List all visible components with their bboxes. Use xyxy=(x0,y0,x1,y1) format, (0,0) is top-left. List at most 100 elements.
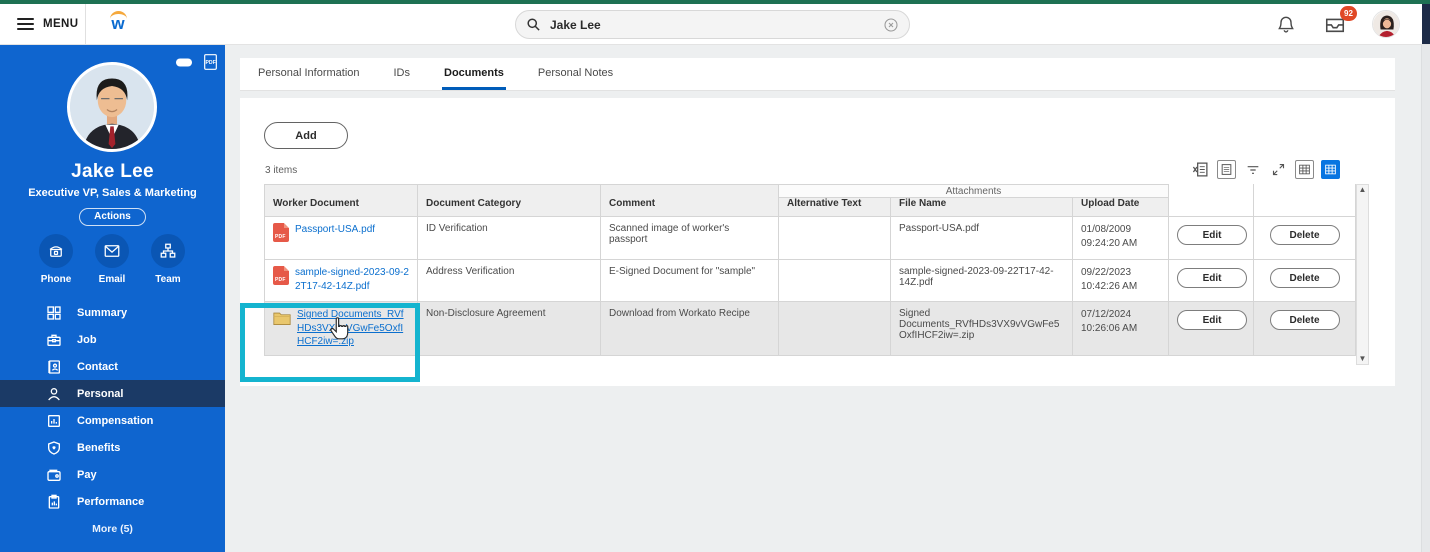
user-avatar[interactable] xyxy=(1372,10,1400,38)
document-category-cell: ID Verification xyxy=(417,216,601,260)
table-row: Signed Documents_RVfHDs3VX9vVGwFe5OxfIHC… xyxy=(264,301,1357,356)
top-green-strip xyxy=(0,0,1430,4)
inbox-button[interactable]: 92 xyxy=(1324,6,1357,35)
notifications-button[interactable] xyxy=(1276,13,1298,35)
phone-button[interactable]: Phone xyxy=(28,234,84,285)
sidebar-item-label: Performance xyxy=(77,495,145,508)
delete-button[interactable]: Delete xyxy=(1269,225,1340,245)
hamburger-icon xyxy=(17,18,34,30)
team-icon xyxy=(160,243,176,258)
global-search[interactable] xyxy=(515,10,910,39)
add-button[interactable]: Add xyxy=(264,122,348,149)
edit-button[interactable]: Edit xyxy=(1177,268,1248,288)
alternative-text-cell xyxy=(778,216,891,260)
team-label: Team xyxy=(155,274,181,285)
tab-personal-notes[interactable]: Personal Notes xyxy=(536,58,615,90)
bell-icon xyxy=(1278,16,1294,33)
shield-icon xyxy=(48,440,60,455)
wallet-icon xyxy=(47,469,61,481)
email-button[interactable]: Email xyxy=(84,234,140,285)
worker-document-link[interactable]: Signed Documents_RVfHDs3VX9vVGwFe5OxfIHC… xyxy=(297,308,409,349)
sidebar-item-label: Compensation xyxy=(77,414,154,427)
tab-documents[interactable]: Documents xyxy=(442,58,506,90)
scroll-down-icon[interactable]: ▼ xyxy=(1359,354,1367,364)
sidebar-item-label: Summary xyxy=(77,306,128,319)
col-delete xyxy=(1253,184,1357,217)
sidebar-item-contact[interactable]: Contact xyxy=(0,353,225,380)
sidebar-item-label: Job xyxy=(77,333,97,346)
profile-name: Jake Lee xyxy=(71,161,154,182)
table-view-button[interactable] xyxy=(1295,160,1314,179)
col-upload-date: Upload Date xyxy=(1071,197,1170,217)
upload-date-cell: 07/12/2024 10:26:06 AM xyxy=(1071,301,1170,356)
print-view-button[interactable] xyxy=(1217,160,1236,179)
email-icon xyxy=(104,245,120,257)
alternative-text-cell xyxy=(778,301,891,356)
tab-personal-information[interactable]: Personal Information xyxy=(256,58,362,90)
sidebar-item-label: Pay xyxy=(77,468,97,481)
user-avatar-image xyxy=(1373,11,1399,37)
table-view-icon xyxy=(1299,164,1310,175)
person-icon xyxy=(48,387,60,400)
menu-button[interactable]: MENU xyxy=(0,4,86,44)
sidebar-tools: PDF xyxy=(176,54,218,70)
table-row: PDF sample-signed-2023-09-22T17-42-14Z.p… xyxy=(264,259,1357,302)
workday-logo-letter: w xyxy=(111,14,125,33)
col-comment: Comment xyxy=(600,184,779,217)
expand-button[interactable] xyxy=(1269,160,1288,179)
document-icon xyxy=(1221,164,1232,175)
filter-button[interactable] xyxy=(1243,160,1262,179)
pdf-export-icon[interactable]: PDF xyxy=(203,54,218,70)
sidebar-item-summary[interactable]: Summary xyxy=(0,299,225,326)
export-excel-button[interactable] xyxy=(1191,160,1210,179)
scroll-up-icon[interactable]: ▲ xyxy=(1359,185,1367,195)
worker-document-link[interactable]: Passport-USA.pdf xyxy=(295,223,375,237)
clipboard-chart-icon xyxy=(48,494,60,509)
table-row: PDF Passport-USA.pdf ID Verification Sca… xyxy=(264,216,1357,260)
sidebar-item-pay[interactable]: Pay xyxy=(0,461,225,488)
pdf-file-icon: PDF xyxy=(273,266,289,285)
summary-icon xyxy=(47,305,61,320)
col-document-category: Document Category xyxy=(417,184,601,217)
grid-view-button-selected[interactable] xyxy=(1321,160,1340,179)
profile-photo xyxy=(67,62,157,152)
screen-edge-strip xyxy=(1422,4,1430,44)
workday-logo[interactable]: w xyxy=(105,9,131,39)
phone-icon xyxy=(49,246,63,257)
worker-document-link[interactable]: sample-signed-2023-09-22T17-42-14Z.pdf xyxy=(295,266,409,293)
sidebar-item-personal[interactable]: Personal xyxy=(0,380,225,407)
sidebar-item-job[interactable]: Job xyxy=(0,326,225,353)
col-worker-document: Worker Document xyxy=(264,184,418,217)
topbar-actions: 92 xyxy=(1276,4,1400,44)
comment-cell: Scanned image of worker's passport xyxy=(600,216,779,260)
email-label: Email xyxy=(98,274,126,285)
actions-button[interactable]: Actions xyxy=(79,208,146,226)
phone-label: Phone xyxy=(40,274,72,285)
right-edge-strip xyxy=(1421,45,1430,552)
search-icon xyxy=(527,18,540,31)
table-scrollbar[interactable]: ▲ ▼ xyxy=(1356,184,1369,365)
grid-view-icon xyxy=(1325,164,1336,175)
items-count: 3 items xyxy=(265,165,298,176)
team-button[interactable]: Team xyxy=(140,234,196,285)
tab-ids[interactable]: IDs xyxy=(392,58,413,90)
sidebar-nav: Summary Job Contact Personal Compensatio… xyxy=(0,299,225,535)
toggle-icon[interactable] xyxy=(176,58,192,67)
clear-search-icon[interactable] xyxy=(883,17,899,33)
sidebar-item-compensation[interactable]: Compensation xyxy=(0,407,225,434)
search-input[interactable] xyxy=(550,17,874,32)
sidebar-item-benefits[interactable]: Benefits xyxy=(0,434,225,461)
edit-button[interactable]: Edit xyxy=(1177,225,1248,245)
sidebar-item-performance[interactable]: Performance xyxy=(0,488,225,515)
contact-card-icon xyxy=(48,359,60,374)
briefcase-icon xyxy=(47,334,61,346)
sidebar-more-link[interactable]: More (5) xyxy=(0,523,225,535)
edit-button[interactable]: Edit xyxy=(1177,310,1248,330)
sidebar-item-label: Benefits xyxy=(77,441,121,454)
delete-button[interactable]: Delete xyxy=(1269,310,1340,330)
grid-toolbar xyxy=(1191,160,1340,179)
col-alternative-text: Alternative Text xyxy=(778,197,891,217)
delete-button[interactable]: Delete xyxy=(1269,268,1340,288)
col-group-attachments: Attachments xyxy=(777,184,1170,198)
bar-chart-icon xyxy=(48,414,60,427)
